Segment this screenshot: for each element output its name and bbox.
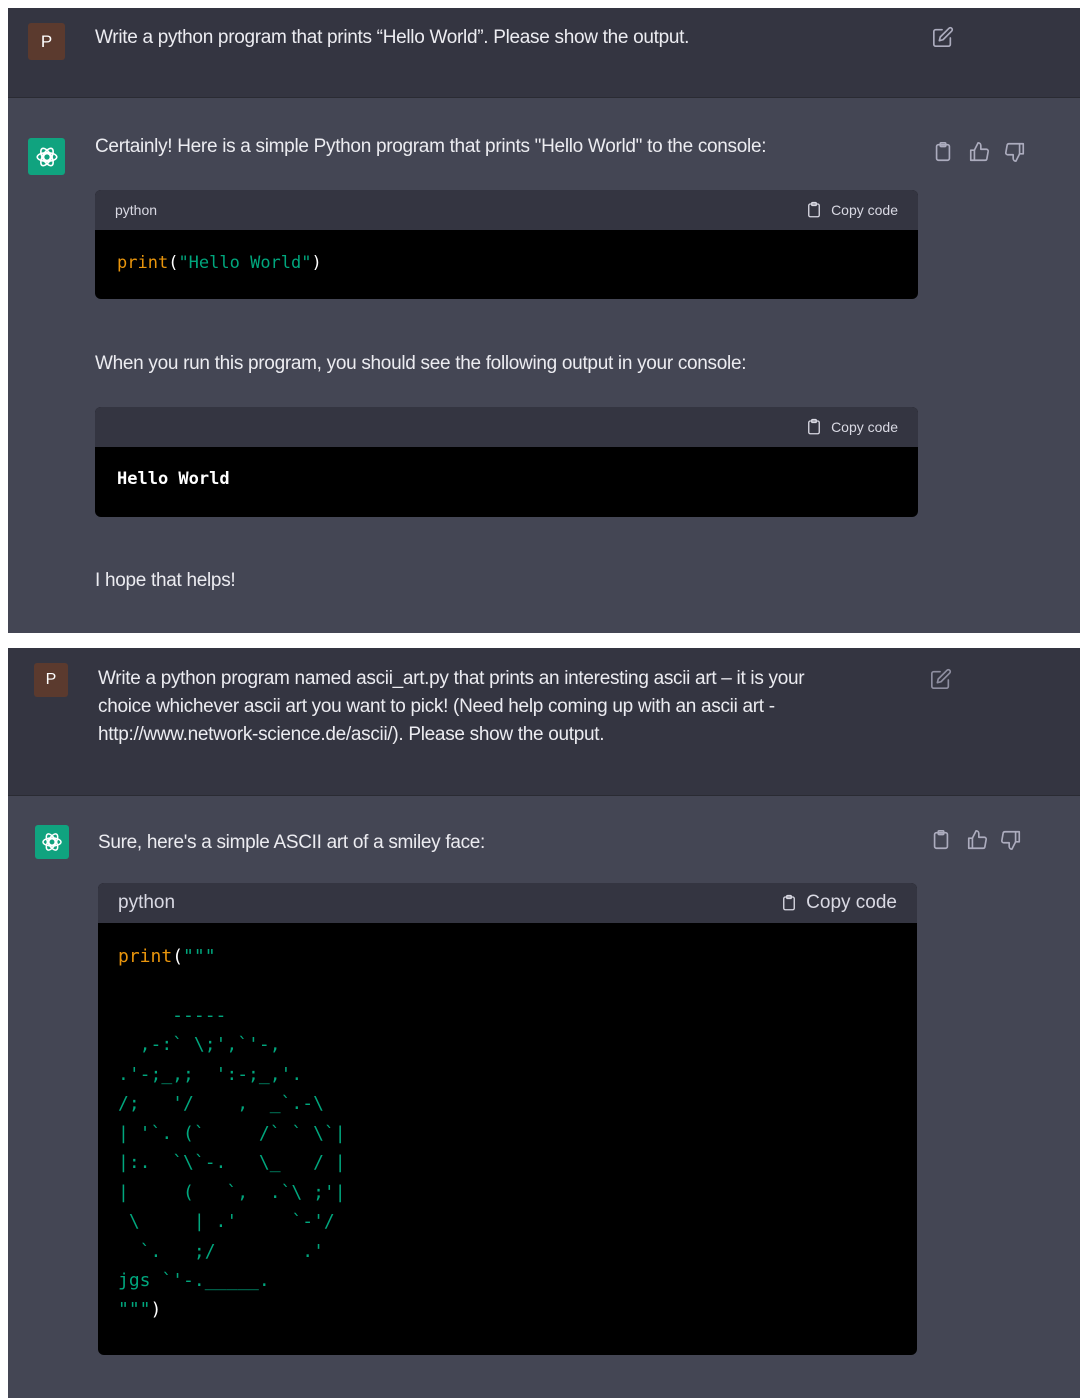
- ascii-art-line: |:. `\`-. \_ / |: [118, 1152, 346, 1173]
- ascii-art-line: | ( `, .`\ ;'|: [118, 1181, 346, 1203]
- code-paren-close: ): [150, 1298, 162, 1320]
- code-paren-open: (: [172, 946, 184, 967]
- code-open-quotes: """: [183, 946, 216, 967]
- code-close-quotes: """: [118, 1298, 151, 1320]
- code-function-token: print: [117, 253, 169, 273]
- ascii-art: ----- ,-:` \;',`'-, .'-;_,; ':-;_,'. /; '/…: [98, 971, 917, 1296]
- ascii-art-line: \ | .' `-'/: [118, 1211, 335, 1232]
- user-message-line: choice whichever ascii art you want to p…: [98, 696, 775, 717]
- edit-icon[interactable]: [930, 668, 952, 690]
- copy-code-button[interactable]: Copy code: [805, 418, 898, 436]
- ascii-art-line: jgs `'-._____.: [118, 1270, 270, 1291]
- clipboard-icon: [808, 201, 820, 218]
- assistant-message-row: Sure, here's a simple ASCII art of a smi…: [8, 796, 1080, 1398]
- thumbs-up-icon[interactable]: [966, 829, 988, 851]
- user-message-line: http://www.network-science.de/ascii/). P…: [98, 724, 605, 745]
- thumbs-down-icon[interactable]: [1004, 141, 1026, 163]
- ascii-art-line: [118, 971, 917, 1001]
- user-message-text: Write a python program named ascii_art.p…: [98, 665, 805, 749]
- conversation-panel-1: P Write a python program that prints “He…: [8, 8, 1080, 633]
- clipboard-icon[interactable]: [932, 141, 954, 163]
- output-code-block: Copy code Hello World: [95, 407, 918, 517]
- user-message-line: Write a python program named ascii_art.p…: [98, 668, 805, 689]
- code-last-line: """): [98, 1296, 917, 1324]
- copy-code-button[interactable]: Copy code: [780, 892, 897, 914]
- clipboard-icon: [783, 894, 796, 911]
- assistant-outro-text: I hope that helps!: [95, 570, 236, 591]
- copy-code-label: Copy code: [806, 892, 897, 913]
- code-first-line: print(""": [98, 943, 917, 971]
- ascii-art-line: -----: [118, 1004, 227, 1026]
- thumbs-up-icon[interactable]: [968, 141, 990, 163]
- copy-code-label: Copy code: [831, 419, 898, 435]
- code-block-header: python Copy code: [95, 190, 918, 230]
- user-avatar-letter: P: [45, 671, 57, 688]
- edit-icon[interactable]: [932, 26, 954, 48]
- assistant-middle-text: When you run this program, you should se…: [95, 353, 747, 374]
- openai-logo-icon: [35, 825, 69, 859]
- code-content: print("Hello World"): [95, 230, 918, 273]
- code-block: python Copy code print("Hello World"): [95, 190, 918, 299]
- clipboard-icon[interactable]: [930, 829, 952, 851]
- conversation-panel-2: P Write a python program named ascii_art…: [8, 648, 1080, 1398]
- ascii-art-line: `. ;/ .': [118, 1240, 324, 1262]
- code-paren-close: ): [311, 253, 322, 273]
- code-block-header: Copy code: [95, 407, 918, 447]
- openai-logo-icon: [28, 138, 65, 175]
- code-block-header: python Copy code: [98, 883, 917, 923]
- code-output-text: Hello World: [117, 469, 230, 489]
- user-message-row: P Write a python program that prints “He…: [8, 8, 1080, 98]
- code-content: print(""" ----- ,-:` \;',`'-, .'-;_,; ':-…: [98, 923, 917, 1324]
- code-block: python Copy code print(""" ----- ,-:` \;…: [98, 883, 917, 1355]
- assistant-intro-text: Sure, here's a simple ASCII art of a smi…: [98, 832, 486, 853]
- assistant-message-row: Certainly! Here is a simple Python progr…: [8, 98, 1080, 633]
- user-avatar: P: [28, 23, 65, 60]
- code-language-label: python: [115, 202, 158, 218]
- ascii-art-line: /; '/ , _`.-\: [118, 1093, 324, 1114]
- user-avatar: P: [34, 663, 68, 697]
- ascii-art-line: ,-:` \;',`'-,: [118, 1034, 281, 1055]
- code-paren-open: (: [168, 253, 179, 273]
- copy-code-button[interactable]: Copy code: [805, 201, 898, 219]
- code-string-token: "Hello World": [178, 253, 312, 273]
- ascii-art-line: .'-;_,; ':-;_,'.: [118, 1063, 303, 1085]
- copy-code-label: Copy code: [831, 202, 898, 218]
- code-language-label: python: [118, 892, 176, 913]
- user-message-row: P Write a python program named ascii_art…: [8, 648, 1080, 796]
- thumbs-down-icon[interactable]: [1000, 829, 1022, 851]
- user-avatar-letter: P: [40, 31, 53, 51]
- ascii-art-line: | '`. (` /` ` \`|: [118, 1122, 346, 1144]
- clipboard-icon: [808, 418, 820, 435]
- assistant-intro-text: Certainly! Here is a simple Python progr…: [95, 136, 767, 157]
- code-function-token: print: [118, 946, 173, 967]
- user-message-text: Write a python program that prints “Hell…: [95, 27, 690, 48]
